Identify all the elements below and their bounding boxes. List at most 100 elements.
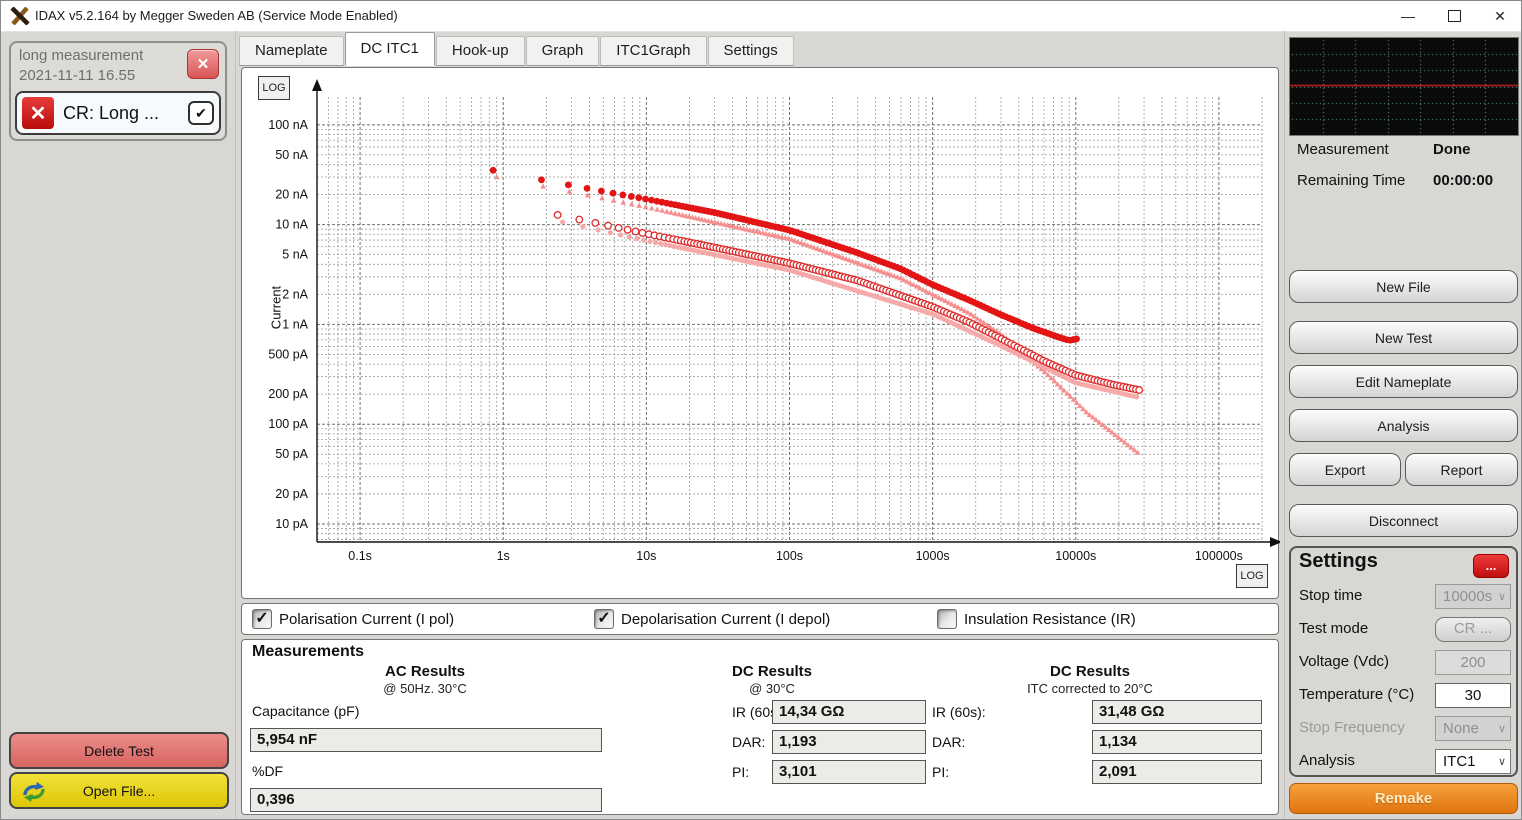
svg-text:50 nA: 50 nA <box>275 148 308 162</box>
test-card: long measurement 2021-11-11 16.55 ✕ ✕ CR… <box>9 41 227 141</box>
dar20-label: DAR: <box>932 734 965 750</box>
window-controls: — ✕ <box>1385 1 1522 31</box>
measurement-status-value: Done <box>1433 141 1471 158</box>
checkbox[interactable]: ✓ <box>937 609 957 629</box>
temperature-input[interactable]: 30 <box>1435 683 1511 708</box>
tab-hook-up[interactable]: Hook-up <box>436 36 525 66</box>
remaining-time-row: Remaining Time 00:00:00 <box>1297 172 1513 192</box>
svg-text:20 nA: 20 nA <box>275 188 308 202</box>
analysis-button[interactable]: Analysis <box>1289 409 1518 442</box>
plot-option-label: Insulation Resistance (IR) <box>964 611 1136 628</box>
plot-option-label: Polarisation Current (I pol) <box>279 611 454 628</box>
new-file-button[interactable]: New File <box>1289 270 1518 303</box>
analysis-select[interactable]: ITC1 ∨ <box>1435 749 1511 774</box>
app-logo-icon <box>10 7 30 25</box>
remaining-time-value: 00:00:00 <box>1433 172 1493 189</box>
current-vs-time-plot[interactable]: 100 nA50 nA20 nA10 nA5 nA2 nA1 nA500 pA2… <box>242 68 1280 600</box>
dar30-value: 1,193 <box>772 730 926 754</box>
new-test-button[interactable]: New Test <box>1289 321 1518 354</box>
plot-option-label: Depolarisation Current (I depol) <box>621 611 830 628</box>
pi20-value: 2,091 <box>1092 760 1262 784</box>
tab-dc-itc1[interactable]: DC ITC1 <box>345 32 435 66</box>
rightbar-divider <box>1284 31 1285 819</box>
svg-text:2 nA: 2 nA <box>282 287 308 301</box>
svg-text:100 pA: 100 pA <box>268 417 308 431</box>
disconnect-button[interactable]: Disconnect <box>1289 504 1518 537</box>
settings-title: Settings <box>1299 550 1378 573</box>
dc30-results-sub: @ 30°C <box>642 681 902 696</box>
capacitance-value: 5,954 nF <box>250 728 602 752</box>
tab-nameplate[interactable]: Nameplate <box>239 36 344 66</box>
ellipsis-icon: ... <box>1486 561 1497 571</box>
svg-text:20 pA: 20 pA <box>275 487 308 501</box>
test-item-label: CR: Long ... <box>54 103 188 124</box>
axes <box>312 79 1280 547</box>
measurement-status-label: Measurement <box>1297 141 1389 158</box>
voltage-input[interactable]: 200 <box>1435 650 1511 675</box>
setting-row-voltage: Voltage (Vdc) 200 <box>1291 647 1516 680</box>
dc20-results-header: DC Results <box>960 663 1220 680</box>
tab-graph[interactable]: Graph <box>526 36 600 66</box>
svg-text:1 nA: 1 nA <box>282 317 308 331</box>
settings-panel: Settings ... Stop time 10000s ∨ Test mod… <box>1289 546 1518 777</box>
log-scale-x-button[interactable]: LOG <box>1236 564 1268 588</box>
svg-text:0.1s: 0.1s <box>348 549 372 563</box>
tab-strip: NameplateDC ITC1Hook-upGraphITC1GraphSet… <box>239 34 795 66</box>
maximize-button[interactable] <box>1431 1 1477 31</box>
checkbox[interactable]: ✓ <box>252 609 272 629</box>
title-bar: IDAX v5.2.164 by Megger Sweden AB (Servi… <box>1 1 1522 32</box>
test-item-checkbox[interactable]: ✔ <box>188 101 214 125</box>
setting-row-stop-time: Stop time 10000s ∨ <box>1291 581 1516 614</box>
svg-text:100 nA: 100 nA <box>268 118 308 132</box>
test-mode-button[interactable]: CR ... <box>1435 617 1511 642</box>
y-axis-title: Current <box>269 278 284 338</box>
stop-frequency-select[interactable]: None ∨ <box>1435 716 1511 741</box>
tab-itc1graph[interactable]: ITC1Graph <box>600 36 706 66</box>
setting-row-test-mode: Test mode CR ... <box>1291 614 1516 647</box>
open-file-icon <box>19 778 49 806</box>
checkbox[interactable]: ✓ <box>594 609 614 629</box>
voltage-label: Voltage (Vdc) <box>1299 653 1389 670</box>
stop-time-select[interactable]: 10000s ∨ <box>1435 584 1511 609</box>
plot-option[interactable]: ✓ Polarisation Current (I pol) <box>252 609 454 629</box>
plot-option[interactable]: ✓ Depolarisation Current (I depol) <box>594 609 830 629</box>
settings-menu-button[interactable]: ... <box>1473 554 1509 578</box>
svg-text:200 pA: 200 pA <box>268 387 308 401</box>
close-button[interactable]: ✕ <box>1477 1 1522 31</box>
dc20-results-sub: ITC corrected to 20°C <box>960 681 1220 696</box>
setting-row-analysis: Analysis ITC1 ∨ <box>1291 746 1516 779</box>
svg-text:10000s: 10000s <box>1055 549 1096 563</box>
delete-test-button[interactable]: Delete Test <box>9 732 229 769</box>
remaining-time-label: Remaining Time <box>1297 172 1405 189</box>
test-item[interactable]: ✕ CR: Long ... ✔ <box>15 91 221 135</box>
analysis-label: Analysis <box>1299 752 1355 769</box>
dar20-value: 1,134 <box>1092 730 1262 754</box>
check-icon: ✓ <box>597 608 610 628</box>
edit-nameplate-button[interactable]: Edit Nameplate <box>1289 365 1518 398</box>
test-card-close-button[interactable]: ✕ <box>187 49 219 79</box>
temperature-label: Temperature (°C) <box>1299 686 1414 703</box>
maximize-icon <box>1448 10 1461 22</box>
svg-text:1000s: 1000s <box>916 549 950 563</box>
svg-text:500 pA: 500 pA <box>268 347 308 361</box>
minimize-button[interactable]: — <box>1385 1 1431 31</box>
measurement-status-row: Measurement Done <box>1297 141 1513 161</box>
open-file-button[interactable]: Open File... <box>9 772 229 809</box>
chart-panel: 100 nA50 nA20 nA10 nA5 nA2 nA1 nA500 pA2… <box>241 67 1279 599</box>
stop-time-label: Stop time <box>1299 587 1362 604</box>
plot-series-polarisation-current-i-pol- <box>490 167 1080 344</box>
app-window: IDAX v5.2.164 by Megger Sweden AB (Servi… <box>0 0 1522 820</box>
ac-results-sub: @ 50Hz. 30°C <box>295 681 555 696</box>
df-label: %DF <box>252 763 283 779</box>
remake-button[interactable]: Remake <box>1289 783 1518 814</box>
test-card-title: long measurement <box>19 47 143 64</box>
svg-text:10s: 10s <box>636 549 656 563</box>
sidebar-divider <box>235 31 236 819</box>
plot-option[interactable]: ✓ Insulation Resistance (IR) <box>937 609 1136 629</box>
dar30-label: DAR: <box>732 734 765 750</box>
export-button[interactable]: Export <box>1289 453 1401 486</box>
log-scale-y-button[interactable]: LOG <box>258 76 290 100</box>
report-button[interactable]: Report <box>1405 453 1518 486</box>
tab-settings[interactable]: Settings <box>708 36 794 66</box>
test-card-datetime: 2021-11-11 16.55 <box>19 67 135 84</box>
